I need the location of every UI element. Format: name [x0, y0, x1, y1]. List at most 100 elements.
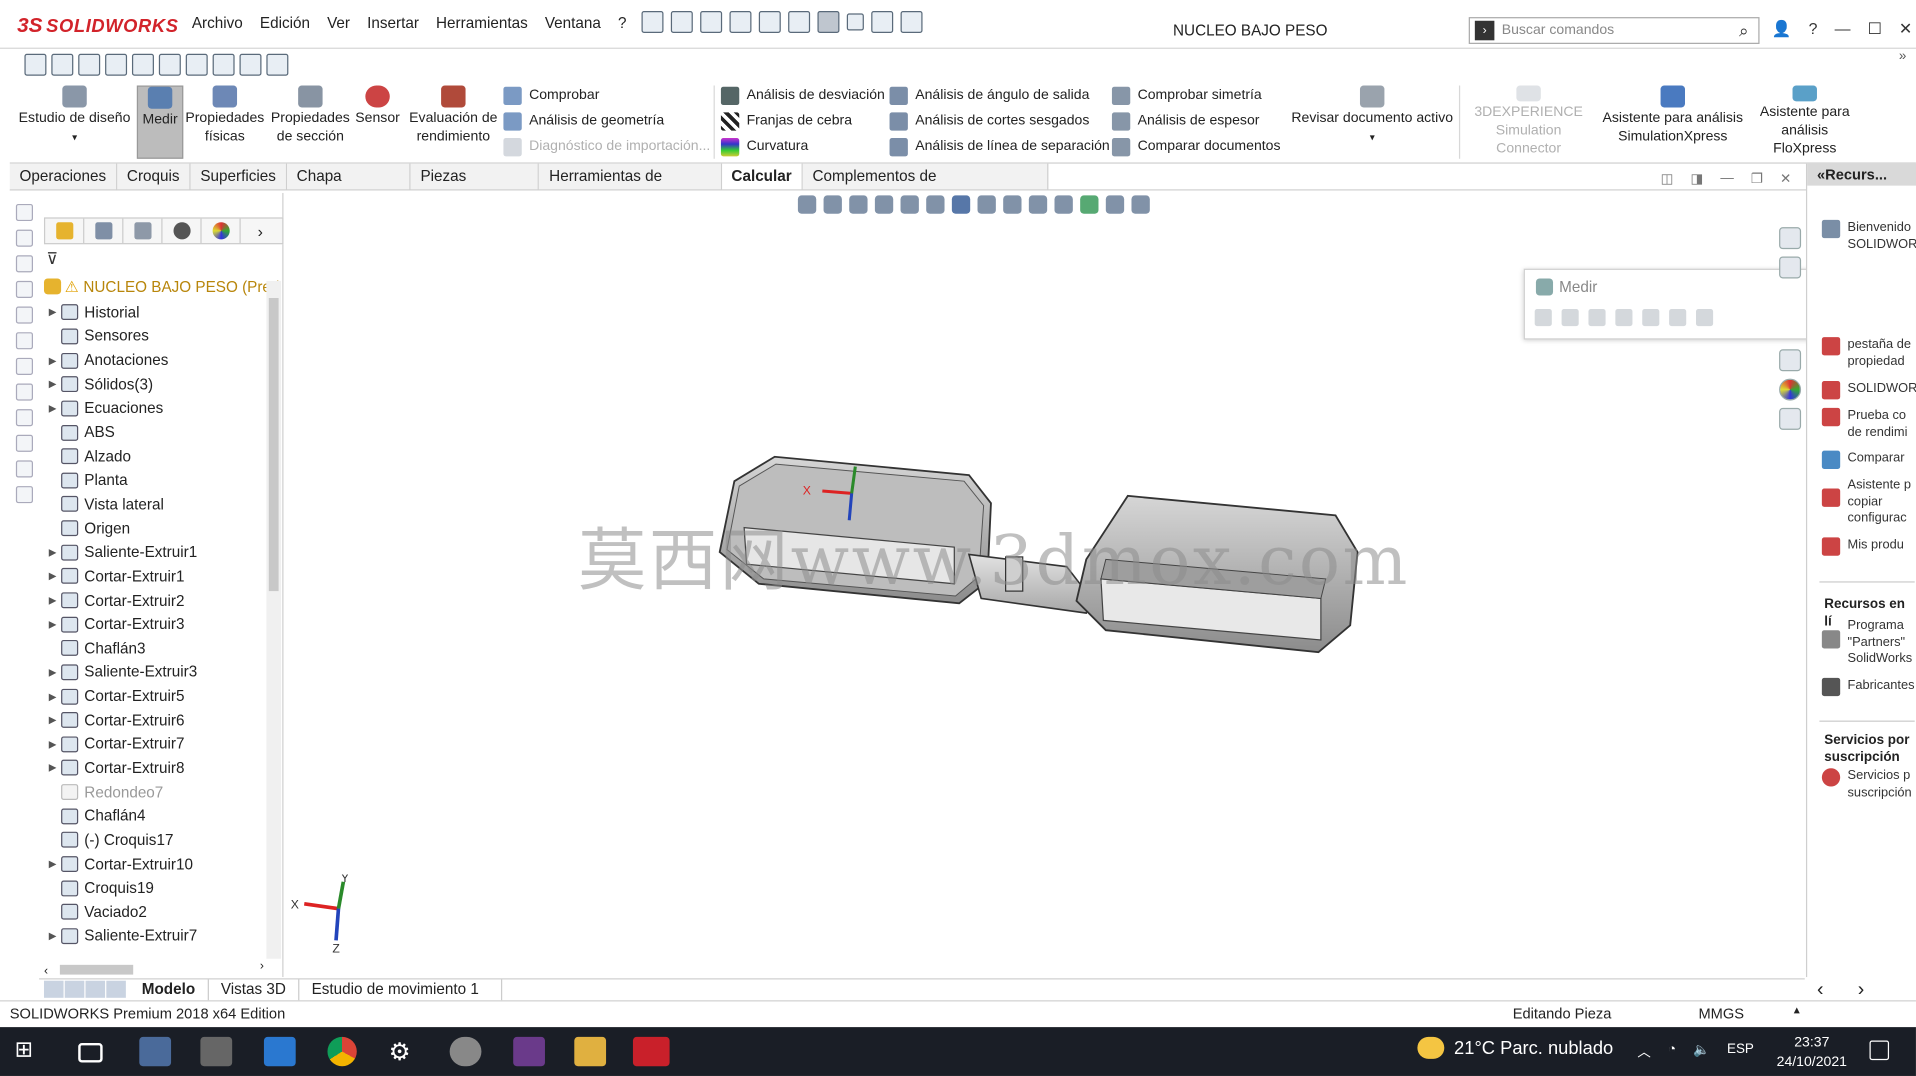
- settings-gear-icon[interactable]: ⚙: [389, 1037, 421, 1066]
- mail-app-icon[interactable]: [263, 1036, 296, 1067]
- measurement-history-icon[interactable]: [1669, 308, 1687, 327]
- tree-node[interactable]: ▶ Cortar-Extruir10: [44, 852, 264, 876]
- menu-insertar[interactable]: Insertar: [359, 15, 428, 33]
- tree-node[interactable]: ▶ Cortar-Extruir2: [44, 588, 264, 612]
- tree-root[interactable]: ⚠ NUCLEO BAJO PESO (Pred: [43, 277, 279, 296]
- point-to-point-icon[interactable]: [1615, 308, 1633, 327]
- show-xyz-icon[interactable]: [1588, 308, 1606, 327]
- tp-item-properties-tab[interactable]: pestaña de propiedad: [1821, 337, 1916, 370]
- expand-arrow-icon[interactable]: ▶: [44, 619, 61, 630]
- tree-node[interactable]: ▶ Cortar-Extruir5: [44, 684, 264, 708]
- expand-arrow-icon[interactable]: ▶: [44, 691, 61, 702]
- projection-icon[interactable]: [1642, 308, 1660, 327]
- right-view-icon[interactable]: [131, 53, 154, 76]
- tree-node[interactable]: Vista lateral: [44, 492, 264, 516]
- tree-node[interactable]: Chaflán3: [44, 636, 264, 660]
- tab-herramientas-moldes[interactable]: Herramientas de moldes: [539, 163, 722, 210]
- user-icon[interactable]: 👤: [1772, 20, 1792, 40]
- expand-arrow-icon[interactable]: ▶: [44, 859, 61, 870]
- tree-node[interactable]: ▶ Saliente-Extruir3: [44, 660, 264, 684]
- measure-button[interactable]: Medir: [136, 85, 184, 159]
- back-view-icon[interactable]: [78, 53, 101, 76]
- floxpress-button[interactable]: Asistente para análisis FloXpress: [1750, 85, 1860, 158]
- chrome-app-icon[interactable]: [327, 1036, 357, 1067]
- windows-start-icon[interactable]: ⊞: [15, 1037, 47, 1066]
- tab-modelo[interactable]: Modelo: [129, 978, 209, 1001]
- tree-node[interactable]: ▶ Cortar-Extruir6: [44, 708, 264, 732]
- top-view-icon[interactable]: [158, 53, 181, 76]
- clock[interactable]: 23:37 24/10/2021: [1777, 1033, 1847, 1072]
- menu-edicion[interactable]: Edición: [251, 15, 318, 33]
- strip-tool-icon[interactable]: [15, 203, 33, 222]
- task-view-icon[interactable]: [78, 1042, 103, 1063]
- tab-chapa-metalica[interactable]: Chapa metálica: [286, 163, 411, 210]
- custom-properties-icon[interactable]: [1779, 407, 1802, 430]
- display-manager-tab[interactable]: [202, 218, 241, 244]
- left-view-icon[interactable]: [105, 53, 128, 76]
- menu-herramientas[interactable]: Herramientas: [427, 15, 536, 33]
- expand-arrow-icon[interactable]: ▶: [44, 307, 61, 318]
- viewport-restore-icon[interactable]: ❐: [1751, 171, 1763, 187]
- tree-node[interactable]: Origen: [44, 516, 264, 540]
- reference-triad[interactable]: X Y Z: [287, 874, 373, 959]
- tree-node[interactable]: Chaflán4: [44, 804, 264, 828]
- tp-item-subscription-services[interactable]: Servicios p suscripción: [1821, 768, 1916, 801]
- expand-arrow-icon[interactable]: ▶: [44, 379, 61, 390]
- solidworks-taskbar-icon[interactable]: [632, 1036, 670, 1067]
- undercut-analysis-button[interactable]: Análisis de cortes sesgados: [889, 109, 1089, 133]
- tree-node[interactable]: Vaciado2: [44, 900, 264, 924]
- section-properties-button[interactable]: Propiedades de sección: [269, 85, 352, 158]
- tab-piezas-soldadas[interactable]: Piezas soldadas: [410, 163, 540, 210]
- curvature-button[interactable]: Curvatura: [720, 134, 808, 158]
- scroll-left-icon[interactable]: ‹: [44, 965, 48, 978]
- units-selector[interactable]: MMGS: [1698, 1005, 1744, 1022]
- show-hidden-icons-icon[interactable]: ︿: [1637, 1042, 1650, 1062]
- search-icon[interactable]: ⌕: [1739, 20, 1749, 41]
- solidworks-logo[interactable]: 3S SOLIDWORKS: [17, 12, 178, 39]
- last-tab-icon[interactable]: [106, 980, 126, 998]
- scroll-right-icon[interactable]: ›: [260, 960, 264, 973]
- search-commands-field[interactable]: › Buscar comandos ⌕: [1468, 17, 1760, 44]
- expand-arrow-icon[interactable]: ▶: [44, 739, 61, 750]
- viewport-minimize-icon[interactable]: —: [1720, 171, 1733, 187]
- arc-circle-measurement-icon[interactable]: [1534, 308, 1552, 327]
- tp-item-manufacturers[interactable]: Fabricantes: [1821, 677, 1916, 697]
- next-tab-icon[interactable]: [85, 980, 106, 998]
- home-icon[interactable]: [1779, 227, 1802, 250]
- expand-arrow-icon[interactable]: ▶: [44, 403, 61, 414]
- options-gear-icon[interactable]: [900, 10, 923, 33]
- first-tab-icon[interactable]: [43, 980, 64, 998]
- units-chevron-icon[interactable]: ▴: [1794, 1004, 1800, 1017]
- viewport-close-icon[interactable]: ✕: [1780, 171, 1791, 187]
- check-button[interactable]: Comprobar: [503, 83, 599, 107]
- tree-node[interactable]: Croquis19: [44, 876, 264, 900]
- file-properties-icon[interactable]: [871, 10, 894, 33]
- expand-arrow-icon[interactable]: ▶: [44, 571, 61, 582]
- tab-vistas-3d[interactable]: Vistas 3D: [209, 978, 300, 1001]
- parting-line-analysis-button[interactable]: Análisis de línea de separación: [889, 134, 1110, 158]
- strip-tool-icon[interactable]: [15, 280, 33, 298]
- expand-arrow-icon[interactable]: ▶: [44, 763, 61, 774]
- simulationxpress-button[interactable]: Asistente para análisis SimulationXpress: [1598, 85, 1747, 158]
- performance-evaluation-button[interactable]: Evaluación de rendimiento: [406, 85, 501, 158]
- tp-section-subscription[interactable]: Servicios por suscripción: [1824, 732, 1914, 766]
- sketch-pencil-icon[interactable]: [266, 53, 289, 76]
- tree-node[interactable]: ABS: [44, 420, 264, 444]
- close-icon[interactable]: ✕: [1899, 20, 1912, 40]
- home-icon[interactable]: [641, 10, 664, 33]
- strip-tool-icon[interactable]: [15, 486, 33, 504]
- tp-item-solidworks[interactable]: SOLIDWOR: [1821, 381, 1916, 400]
- viewport-tile-icon[interactable]: ◫: [1661, 171, 1674, 187]
- calculator-app-icon[interactable]: [139, 1036, 172, 1067]
- strip-tool-icon[interactable]: [15, 255, 33, 273]
- tp-item-my-products[interactable]: Mis produ: [1821, 537, 1916, 556]
- rebuild-icon[interactable]: [846, 13, 864, 31]
- tree-node[interactable]: ▶ Saliente-Extruir1: [44, 540, 264, 564]
- menu-ventana[interactable]: Ventana: [536, 15, 609, 33]
- zebra-stripes-button[interactable]: Franjas de cebra: [720, 109, 852, 133]
- tree-node[interactable]: ▶ Cortar-Extruir1: [44, 564, 264, 588]
- file-explorer-icon[interactable]: [574, 1036, 607, 1067]
- tab-croquis[interactable]: Croquis: [117, 163, 191, 191]
- tree-node[interactable]: Sensores: [44, 324, 264, 348]
- file-explorer-icon[interactable]: [1779, 349, 1802, 372]
